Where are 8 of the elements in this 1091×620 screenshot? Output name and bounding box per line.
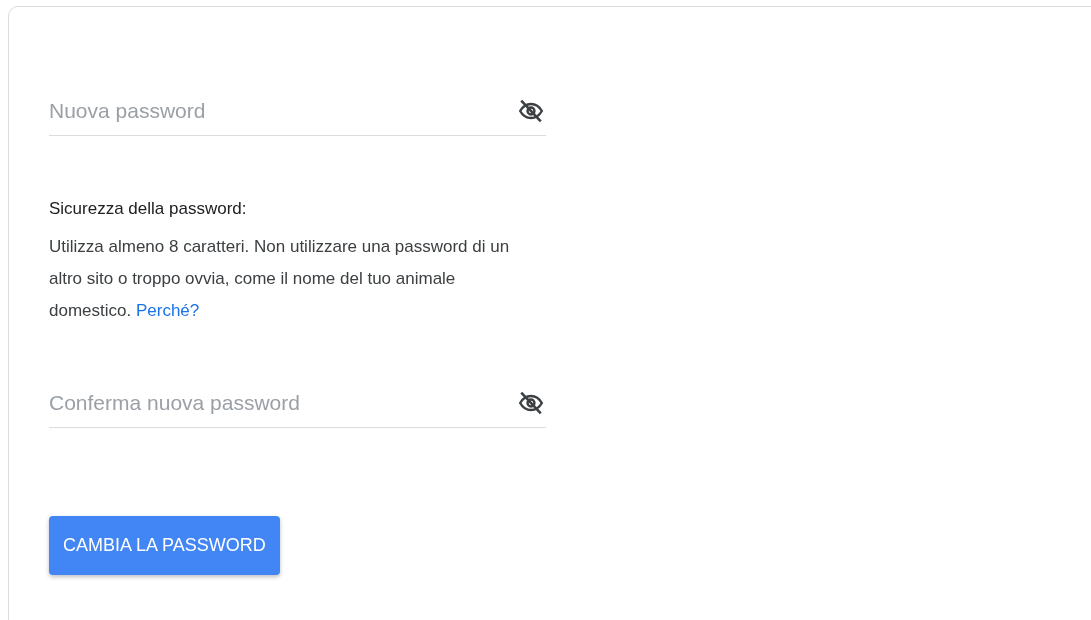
eye-slash-icon[interactable]: [518, 389, 544, 416]
strength-title: Sicurezza della password:: [49, 197, 248, 220]
why-link[interactable]: Perché?: [135, 301, 200, 320]
password-field[interactable]: Nuova password: [49, 95, 518, 127]
eye-slash-icon[interactable]: [518, 97, 544, 124]
strength-hint: Utilizza almeno 8 caratteri. Non utilizzare una password di un altro sito o troppo ovvia, come il nome del tuo animale domestico. Perché?: [49, 236, 511, 322]
password-field[interactable]: Conferma nuova password: [49, 387, 518, 419]
change-password-button[interactable]: CAMBIA LA PASSWORD: [49, 515, 280, 575]
